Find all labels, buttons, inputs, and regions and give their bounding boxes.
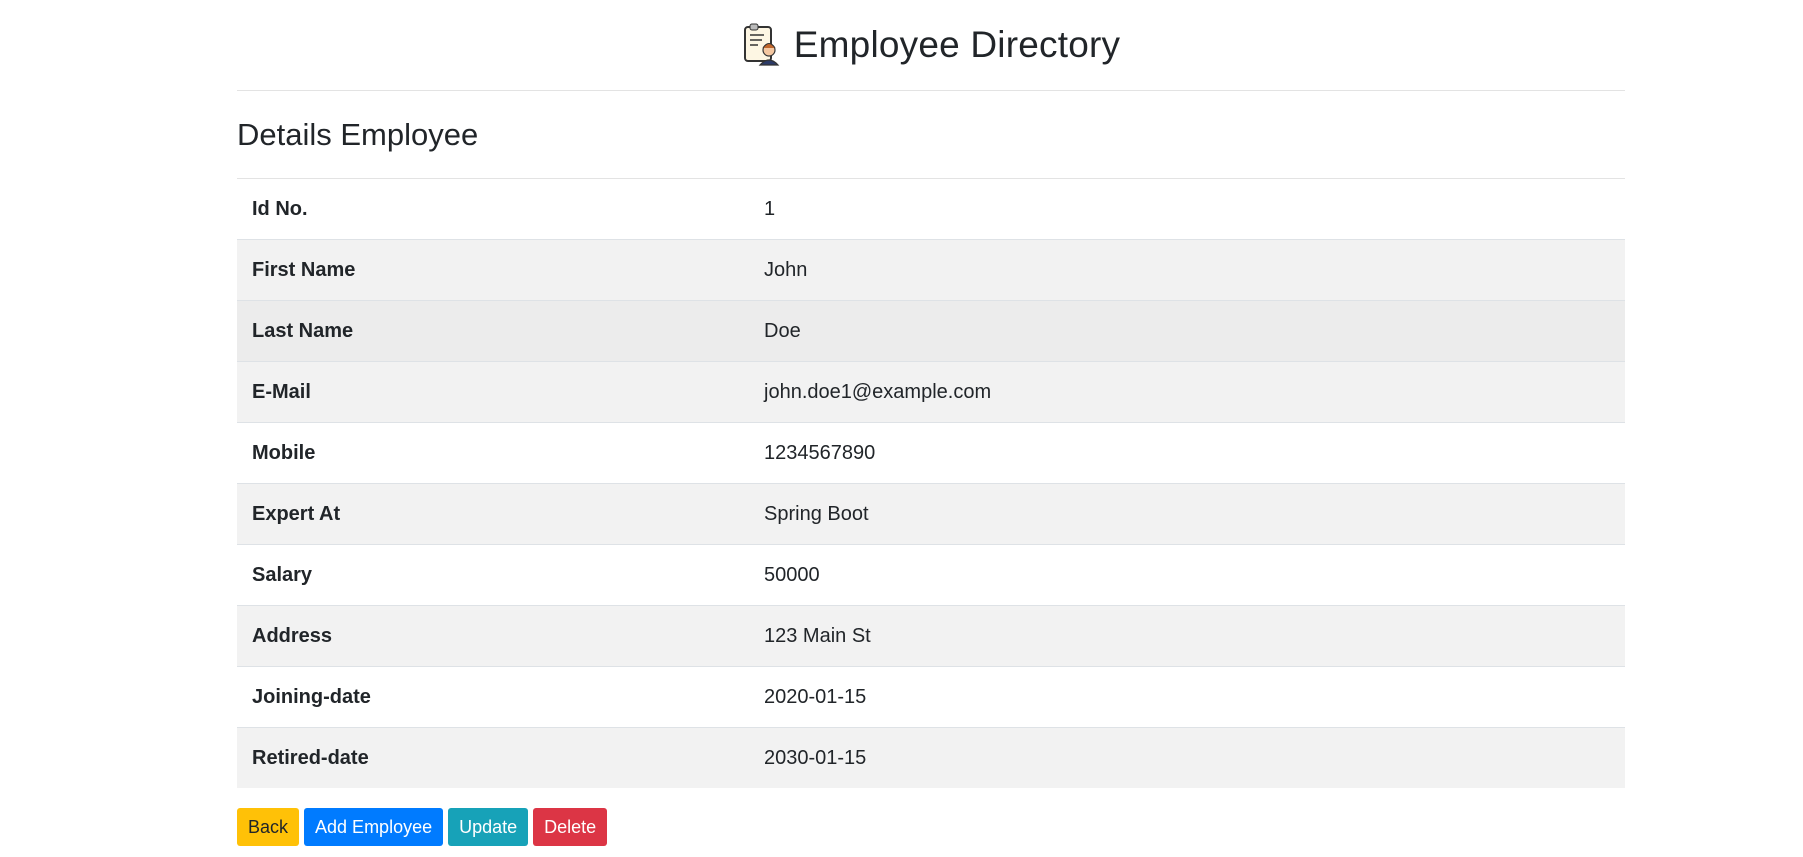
back-button[interactable]: Back [237,808,300,846]
field-value: 50000 [749,544,1625,606]
employee-details-table: Id No. 1 First Name John Last Name Doe E-Mail j… [237,179,1625,788]
field-label: Joining-date [237,666,749,728]
field-label: Last Name [237,300,749,362]
field-label: Retired-date [237,727,749,788]
field-label: Salary [237,544,749,606]
field-value: John [749,239,1625,301]
field-value: 1234567890 [749,422,1625,484]
page-title: Employee Directory [793,24,1121,65]
field-value: Doe [749,300,1625,362]
field-value: Spring Boot [749,483,1625,545]
field-value: 2020-01-15 [749,666,1625,728]
field-label: E-Mail [237,361,749,423]
field-label: Id No. [252,197,308,220]
table-row: Id No. 1 [237,179,1625,240]
table-row: Address 123 Main St [237,605,1625,667]
table-row: Joining-date 2020-01-15 [237,666,1625,728]
section-title: Details Employee [237,91,1625,179]
employee-id-card-icon [742,23,782,67]
table-row: E-Mail john.doe1@example.com [237,361,1625,423]
update-button[interactable]: Update [448,808,529,846]
field-value: john.doe1@example.com [749,361,1625,423]
delete-button[interactable]: Delete [533,808,608,846]
add-employee-button[interactable]: Add Employee [304,808,444,846]
table-row: Retired-date 2030-01-15 [237,727,1625,788]
field-label: First Name [237,239,749,301]
field-label: Expert At [237,483,749,545]
table-row: Expert At Spring Boot [237,483,1625,545]
field-label: Address [237,605,749,667]
page-container: Employee Directory Details Employee Id N… [237,0,1625,846]
field-value: 1 [764,197,776,220]
field-value: 123 Main St [749,605,1625,667]
table-row: First Name John [237,239,1625,301]
page-header: Employee Directory [237,0,1625,91]
field-label: Mobile [237,422,749,484]
table-row: Mobile 1234567890 [237,422,1625,484]
field-value: 2030-01-15 [749,727,1625,788]
action-buttons: Back Add Employee Update Delete [237,808,1625,846]
table-row: Last Name Doe [237,300,1625,362]
table-row: Salary 50000 [237,544,1625,606]
